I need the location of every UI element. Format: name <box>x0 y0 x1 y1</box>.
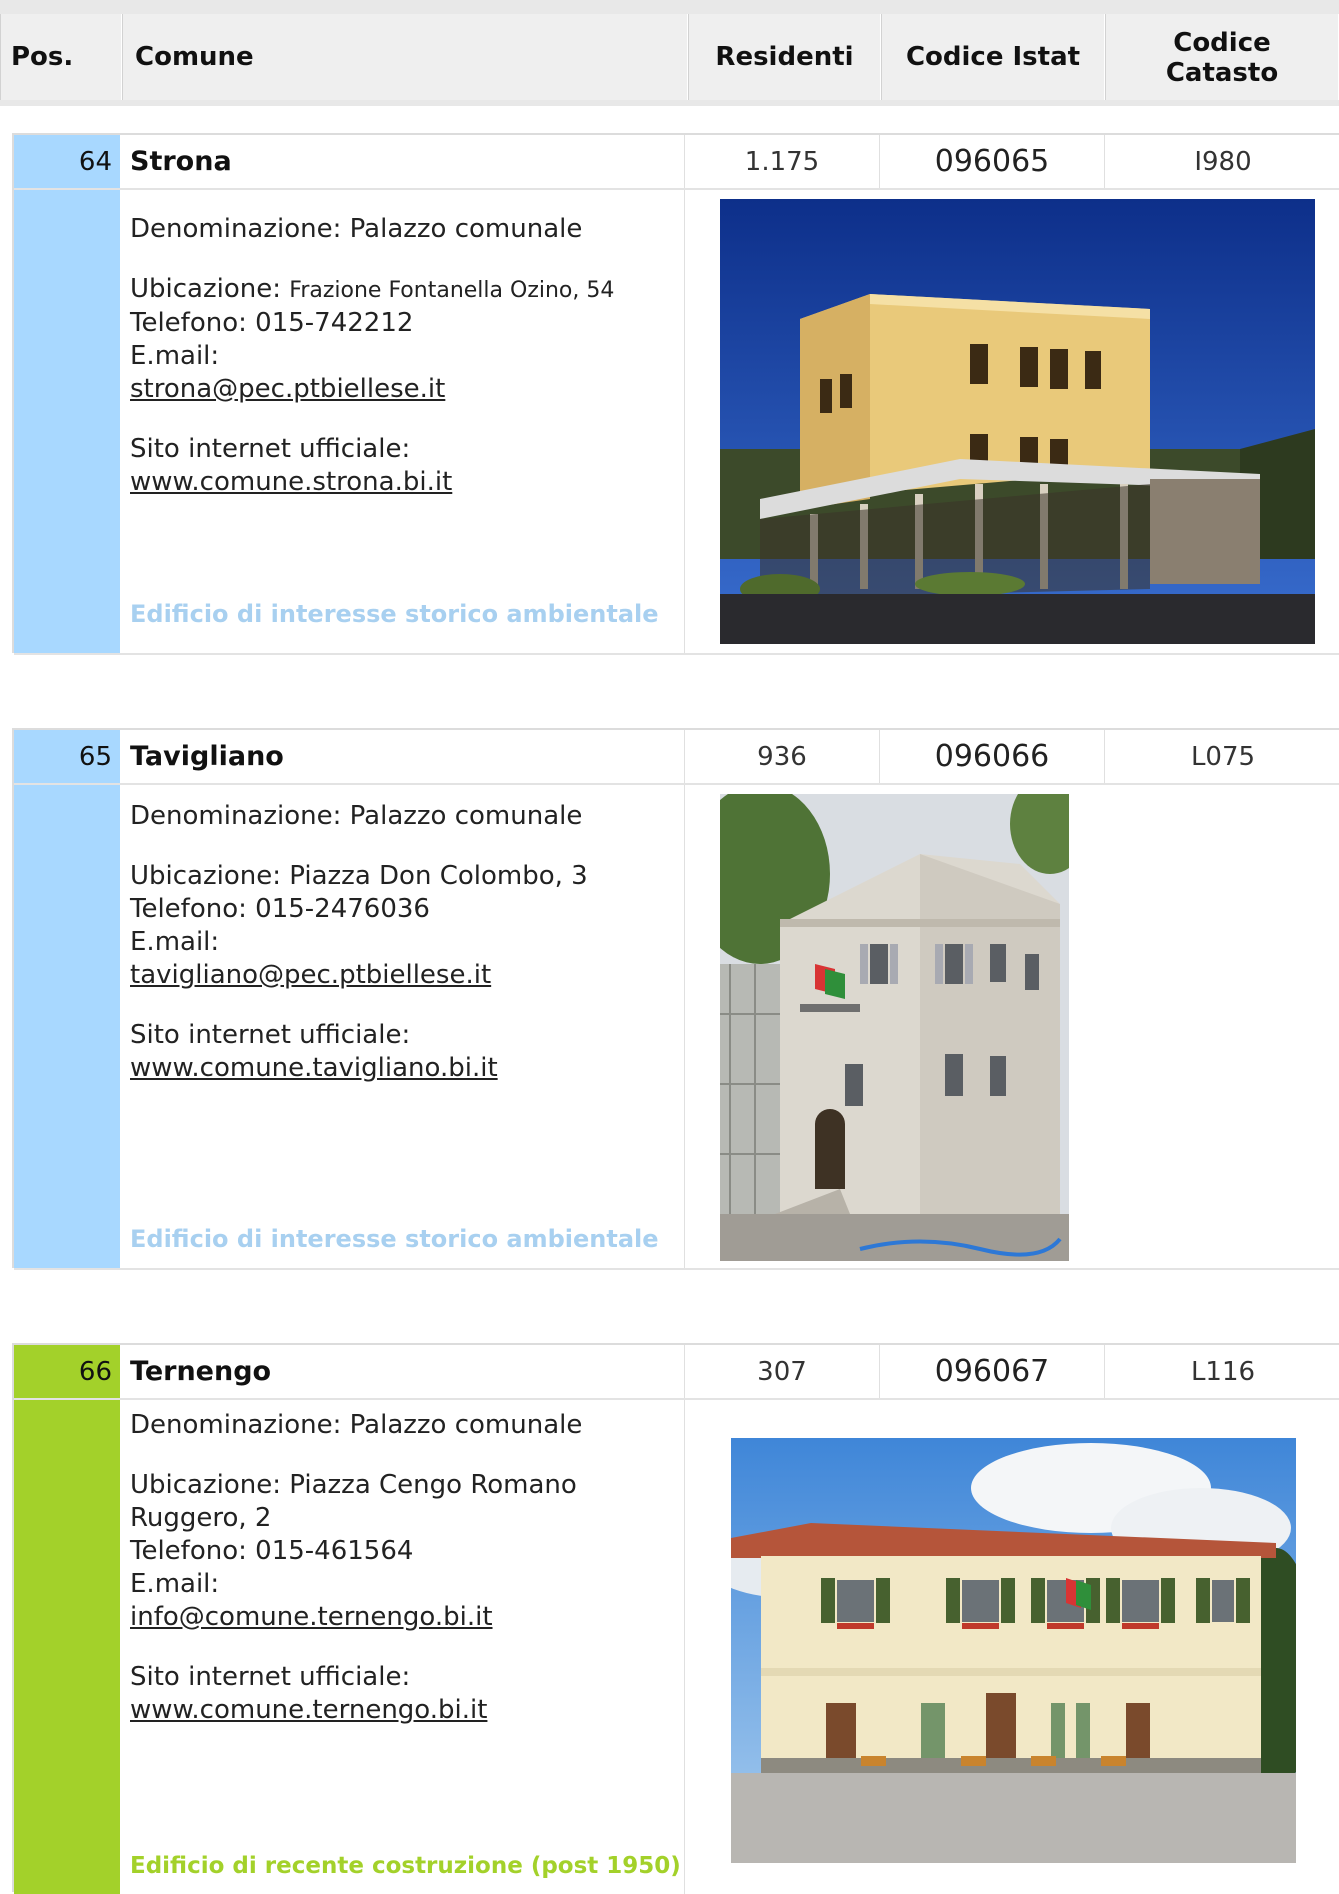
position-number: 65 <box>78 741 112 772</box>
ubicazione-line-2: Ruggero, 2 <box>130 1503 272 1533</box>
email-label: E.mail: <box>130 1569 220 1599</box>
denominazione-label: Denominazione: <box>130 801 350 831</box>
ubicazione-label: Ubicazione: <box>130 1470 290 1500</box>
record-ternengo: 66 Ternengo 307 096067 L116 Denominazion… <box>12 1343 1339 1894</box>
denominazione-line: Denominazione: Palazzo comunale <box>130 213 690 246</box>
telefono-label: Telefono: <box>130 1536 256 1566</box>
sito-link[interactable]: www.comune.strona.bi.it <box>130 467 452 497</box>
record-row-bottom <box>14 1268 1339 1270</box>
ubicazione-line: Ubicazione: Piazza Cengo Romano <box>130 1469 690 1502</box>
ubicazione-label: Ubicazione: <box>130 861 290 891</box>
header-catasto-line1: Codice <box>1173 28 1271 58</box>
ubicazione-label: Ubicazione: <box>130 274 290 304</box>
record-strona: 64 Strona 1.175 096065 I980 Denominazion… <box>12 133 1339 655</box>
tavigliano-building-image <box>720 794 1069 1261</box>
email-link[interactable]: info@comune.ternengo.bi.it <box>130 1602 493 1632</box>
details-block: Denominazione: Palazzo comunale Ubicazio… <box>130 1409 690 1727</box>
record-row-top: 65 Tavigliano 936 096066 L075 <box>14 730 1339 785</box>
ubicazione-value: Piazza Don Colombo, 3 <box>289 861 588 891</box>
email-link[interactable]: strona@pec.ptbiellese.it <box>130 374 445 404</box>
record-row-top: 66 Ternengo 307 096067 L116 <box>14 1345 1339 1400</box>
telefono-label: Telefono: <box>130 308 256 338</box>
sito-link[interactable]: www.comune.ternengo.bi.it <box>130 1695 487 1725</box>
ubicazione-line: Ubicazione: Piazza Don Colombo, 3 <box>130 860 690 893</box>
details-block: Denominazione: Palazzo comunale Ubicazio… <box>130 213 690 499</box>
position-number: 66 <box>78 1356 112 1387</box>
denominazione-value: Palazzo comunale <box>349 801 583 831</box>
photo-palazzo-comunale-strona <box>720 199 1315 644</box>
sito-label: Sito internet ufficiale: <box>130 434 411 464</box>
telefono-line: Telefono: 015-2476036 <box>130 893 690 926</box>
record-row-top: 64 Strona 1.175 096065 I980 <box>14 135 1339 190</box>
codice-catasto-value: L075 <box>1104 730 1339 783</box>
telefono-value: 015-461564 <box>255 1536 414 1566</box>
record-tavigliano: 65 Tavigliano 936 096066 L075 Denominazi… <box>12 728 1339 1270</box>
email-label: E.mail: <box>130 341 220 371</box>
email-label: E.mail: <box>130 927 220 957</box>
codice-catasto-value: I980 <box>1104 135 1339 188</box>
record-row-bottom <box>14 653 1339 655</box>
strona-building-image <box>720 199 1315 644</box>
codice-istat-value: 096065 <box>879 135 1104 188</box>
sidebar-recente <box>14 1400 120 1894</box>
sidebar-storico <box>14 785 120 1270</box>
header-catasto-line2: Catasto <box>1165 58 1279 88</box>
header-pos: Pos. <box>0 14 122 100</box>
details-block: Denominazione: Palazzo comunale Ubicazio… <box>130 800 690 1085</box>
ubicazione-value: Piazza Cengo Romano <box>289 1470 577 1500</box>
telefono-label: Telefono: <box>130 894 256 924</box>
header-codice-istat: Codice Istat <box>881 14 1105 100</box>
residenti-value: 307 <box>684 1345 879 1398</box>
photo-palazzo-comunale-tavigliano <box>720 794 1069 1261</box>
header-codice-catasto: Codice Catasto <box>1105 14 1339 100</box>
comune-name: Strona <box>130 146 232 177</box>
comune-name: Ternengo <box>130 1356 272 1387</box>
telefono-line: Telefono: 015-742212 <box>130 307 690 340</box>
codice-catasto-value: L116 <box>1104 1345 1339 1398</box>
residenti-value: 936 <box>684 730 879 783</box>
denominazione-line: Denominazione: Palazzo comunale <box>130 1409 690 1442</box>
telefono-line: Telefono: 015-461564 <box>130 1535 690 1568</box>
sito-link[interactable]: www.comune.tavigliano.bi.it <box>130 1053 498 1083</box>
ubicazione-value: Frazione Fontanella Ozino, 54 <box>289 278 615 303</box>
denominazione-value: Palazzo comunale <box>349 1410 583 1440</box>
position-number: 64 <box>78 146 112 177</box>
telefono-value: 015-742212 <box>255 308 414 338</box>
codice-istat-value: 096066 <box>879 730 1104 783</box>
denominazione-label: Denominazione: <box>130 214 350 244</box>
building-category-note: Edificio di interesse storico ambientale <box>130 600 659 628</box>
email-link[interactable]: tavigliano@pec.ptbiellese.it <box>130 960 491 990</box>
building-category-note: Edificio di recente costruzione (post 19… <box>130 1853 681 1879</box>
denominazione-label: Denominazione: <box>130 1410 350 1440</box>
building-category-note: Edificio di interesse storico ambientale <box>130 1225 659 1253</box>
denominazione-value: Palazzo comunale <box>349 214 583 244</box>
header-top-strip <box>0 0 1339 10</box>
telefono-value: 015-2476036 <box>255 894 430 924</box>
residenti-value: 1.175 <box>684 135 879 188</box>
comune-name: Tavigliano <box>130 741 284 772</box>
sito-label: Sito internet ufficiale: <box>130 1662 411 1692</box>
photo-palazzo-comunale-ternengo <box>731 1438 1296 1863</box>
sito-label: Sito internet ufficiale: <box>130 1020 411 1050</box>
denominazione-line: Denominazione: Palazzo comunale <box>130 800 690 833</box>
header-residenti: Residenti <box>688 14 881 100</box>
ubicazione-line: Ubicazione: Frazione Fontanella Ozino, 5… <box>130 273 690 307</box>
sidebar-storico <box>14 190 120 655</box>
header-comune: Comune <box>122 14 688 100</box>
ternengo-building-image <box>731 1438 1296 1863</box>
table-header: Pos. Comune Residenti Codice Istat Codic… <box>0 10 1339 106</box>
codice-istat-value: 096067 <box>879 1345 1104 1398</box>
